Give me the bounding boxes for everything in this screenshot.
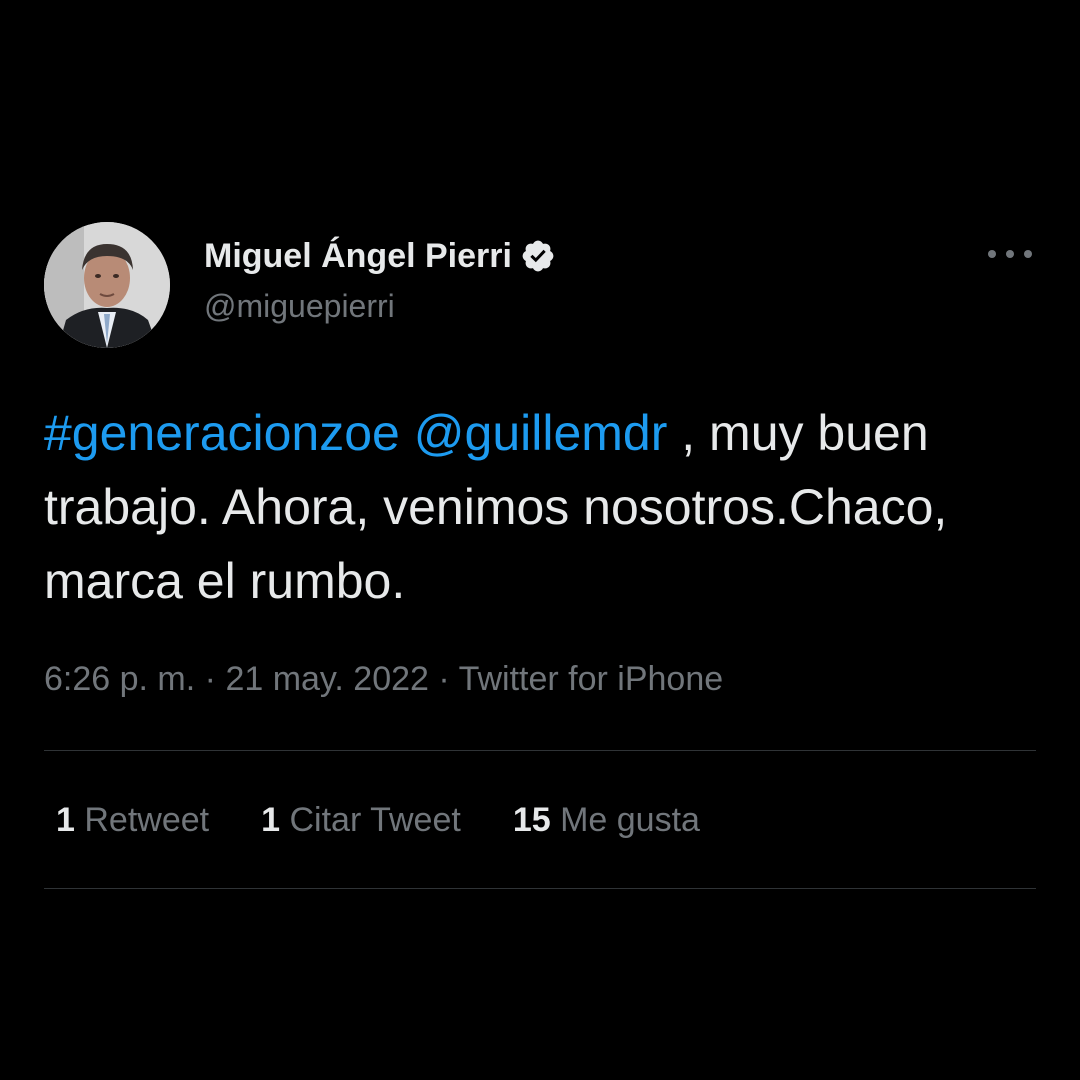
more-options-icon[interactable] [988,242,1032,266]
handle[interactable]: @miguepierri [204,288,395,325]
tweet-date[interactable]: 21 may. 2022 [225,660,429,698]
retweets-count: 1 [56,800,75,839]
retweets-label: Retweet [84,800,210,839]
meta-separator: · [438,660,450,698]
display-name[interactable]: Miguel Ángel Pierri [204,237,512,276]
tweet-meta: 6:26 p. m. · 21 may. 2022 · Twitter for … [44,660,723,699]
hashtag-link[interactable]: #generacionzoe [44,405,400,461]
mention-link[interactable]: @guillemdr [414,405,668,461]
meta-separator: · [204,660,216,698]
engagement-stats: 1 Retweet 1 Citar Tweet 15 Me gusta [56,798,752,842]
dot-icon [1024,250,1032,258]
retweets-stat[interactable]: 1 Retweet [56,801,209,840]
quotes-label: Citar Tweet [289,800,461,839]
quotes-stat[interactable]: 1 Citar Tweet [261,801,461,840]
avatar-photo [44,222,170,348]
tweet-header: Miguel Ángel Pierri @miguepierri [44,222,1040,348]
dot-icon [988,250,996,258]
likes-label: Me gusta [560,800,700,839]
dot-icon [1006,250,1014,258]
tweet-text: #generacionzoe @guillemdr , muy buen tra… [44,396,1034,618]
avatar[interactable] [44,222,170,348]
quotes-count: 1 [261,800,281,839]
verified-badge-icon [520,238,556,274]
tweet-detail: Miguel Ángel Pierri @miguepierri #genera… [0,0,1080,1080]
likes-count: 15 [512,800,551,839]
name-row: Miguel Ángel Pierri [204,234,556,278]
divider [44,888,1036,889]
likes-stat[interactable]: 15 Me gusta [513,801,700,840]
tweet-source[interactable]: Twitter for iPhone [459,660,724,698]
tweet-time[interactable]: 6:26 p. m. [44,660,195,698]
divider [44,750,1036,751]
